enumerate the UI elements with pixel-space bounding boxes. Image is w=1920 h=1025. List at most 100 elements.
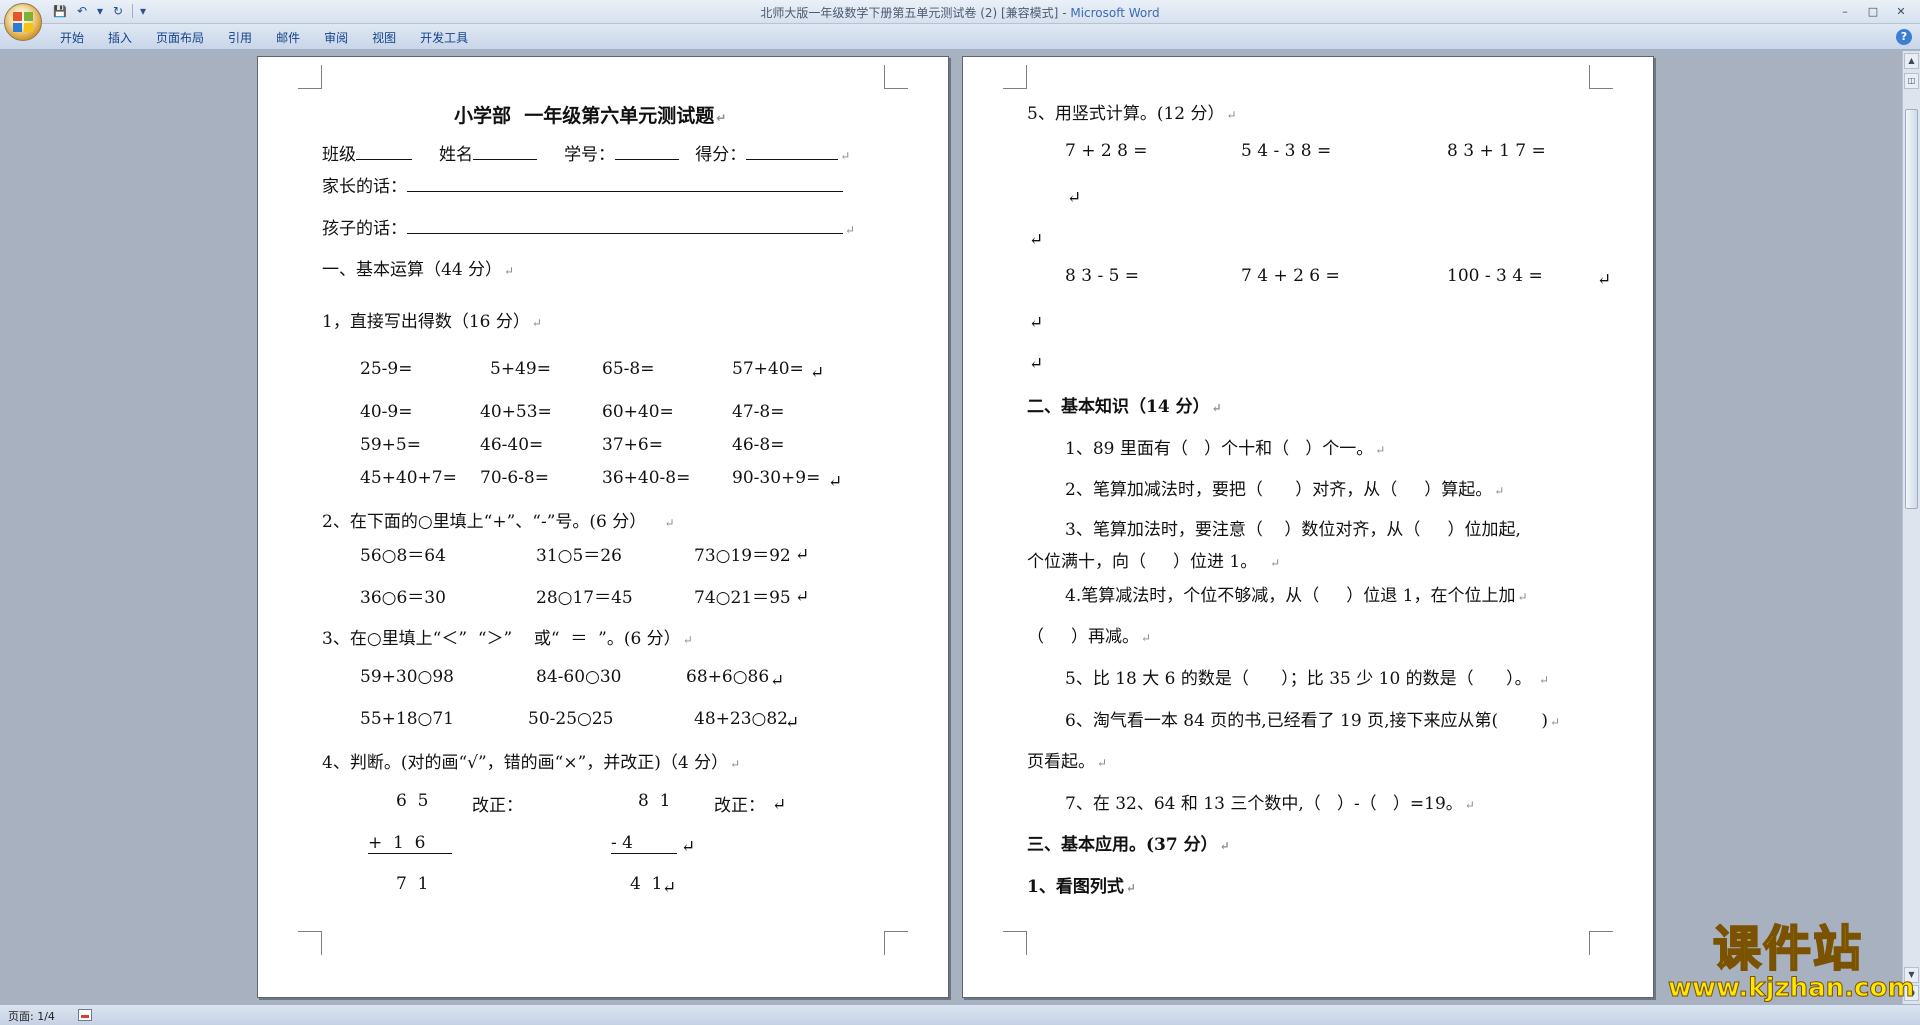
student-info-line: 班级 姓名 学号： 得分： ↵ [322, 145, 851, 165]
q2-item: 74○21＝95 [694, 588, 791, 608]
question-1: 1，直接写出得数（16 分） ↵ [322, 312, 542, 332]
paragraph-mark: ↵ [662, 878, 677, 898]
q3-item: 84-60○30 [536, 667, 622, 687]
site-watermark: 课件站 www.kjzhan.com [1668, 921, 1915, 1003]
watermark-url: www.kjzhan.com [1668, 973, 1915, 1003]
q1-item: 59+5= [360, 435, 421, 455]
window-title: 北师大版一年级数学下册第五单元测试卷 (2) [兼容模式] - Microsof… [0, 4, 1920, 21]
help-icon[interactable]: ? [1896, 29, 1912, 45]
office-button[interactable] [4, 3, 42, 41]
page-count[interactable]: 页面: 1/4 [8, 1008, 55, 1024]
paragraph-mark: ↵ [1029, 354, 1044, 374]
tab-developer[interactable]: 开发工具 [408, 29, 480, 47]
q1-item: 45+40+7= [360, 468, 457, 488]
crop-mark [1589, 931, 1613, 955]
document-page-1[interactable]: 小学部 一年级第六单元测试题 ↵ 班级 姓名 学号： 得分： ↵ 家长的话： 孩子的… [257, 56, 949, 998]
section-1-heading: 一、基本运算（44 分） ↵ [322, 260, 515, 280]
close-button[interactable]: ✕ [1888, 2, 1914, 20]
knowledge-q1: 1、89 里面有（ ）个十和（ ）个一。 ↵ [1065, 439, 1386, 459]
q4b-bottom: 4 1 [630, 874, 663, 894]
vertical-scrollbar[interactable]: ▲ ◫ ▼ ● [1902, 51, 1920, 1004]
question-2: 2、在下面的○里填上“+”、“-”号。(6 分） ↵ [322, 512, 675, 532]
tab-review[interactable]: 审阅 [312, 29, 360, 47]
ribbon: 开始 插入 页面布局 引用 邮件 审阅 视图 开发工具 ? [0, 24, 1920, 50]
tab-page-layout[interactable]: 页面布局 [144, 29, 216, 47]
q5-item: 100 - 3 4 = [1447, 266, 1543, 286]
q1-item: 60+40= [602, 402, 674, 422]
knowledge-q6: 6、淘气看一本 84 页的书,已经看了 19 页,接下来应从第( ) ↵ [1065, 711, 1561, 731]
q1-item: 36+40-8= [602, 468, 691, 488]
q1-item: 40-9= [360, 402, 413, 422]
paragraph-mark: ↵ [785, 713, 800, 733]
crop-mark [884, 931, 908, 955]
section-2-heading: 二、基本知识（14 分） ↵ [1027, 397, 1222, 417]
ribbon-tabs: 开始 插入 页面布局 引用 邮件 审阅 视图 开发工具 [48, 29, 480, 47]
crop-mark [1003, 65, 1027, 89]
ruler-toggle-button[interactable]: ◫ [1904, 73, 1919, 89]
document-page-2[interactable]: 5、用竖式计算。(12 分） ↵ 7 + 2 8 = 5 4 - 3 8 = 8 … [962, 56, 1654, 998]
q3-item: 55+18○71 [360, 709, 454, 729]
tab-insert[interactable]: 插入 [96, 29, 144, 47]
q3-item: 48+23○82 [694, 709, 788, 729]
q5-item: 8 3 - 5 = [1065, 266, 1140, 286]
tab-view[interactable]: 视图 [360, 29, 408, 47]
paragraph-mark: ↵ [795, 587, 810, 607]
paragraph-mark: ↵ [1029, 230, 1044, 250]
q5-item: 7 + 2 8 = [1065, 141, 1148, 161]
question-3: 3、在○里填上“＜” “＞” 或“ ＝ ”。(6 分） ↵ [322, 629, 693, 649]
q1-item: 46-40= [480, 435, 544, 455]
parent-comment-line: 家长的话： [322, 172, 843, 197]
knowledge-q5: 5、比 18 大 6 的数是（ ）；比 35 少 10 的数是（ ）。 ↵ [1065, 669, 1550, 689]
q4a-fix-label: 改正： [472, 796, 523, 816]
q2-item: 73○19＝92 [694, 546, 791, 566]
paragraph-mark: ↵ [1067, 188, 1082, 208]
q5-item: 7 4 + 2 6 = [1241, 266, 1340, 286]
minimize-button[interactable]: – [1832, 2, 1858, 20]
q1-item: 57+40= [732, 359, 804, 379]
tab-references[interactable]: 引用 [216, 29, 264, 47]
q1-item: 46-8= [732, 435, 785, 455]
q4a-bottom: 7 1 [396, 874, 429, 894]
q5-item: 5 4 - 3 8 = [1241, 141, 1332, 161]
paragraph-mark: ↵ [772, 795, 787, 815]
paragraph-mark: ↵ [681, 837, 696, 857]
crop-mark [298, 65, 322, 89]
q4b-fix-label: 改正： [714, 796, 765, 816]
question-4: 4、判断。(对的画“√”，错的画“×”，并改正)（4 分） ↵ [322, 753, 741, 773]
paragraph-mark: ↵ [770, 671, 785, 691]
q4a-mid: + 1 6 [368, 833, 452, 854]
office-logo-icon [12, 11, 34, 33]
tab-mailings[interactable]: 邮件 [264, 29, 312, 47]
q1-item: 37+6= [602, 435, 663, 455]
q2-item: 28○17＝45 [536, 588, 633, 608]
knowledge-q2: 2、笔算加减法时，要把（ ）对齐，从（ ）算起。 ↵ [1065, 480, 1505, 500]
macro-record-icon[interactable] [78, 1009, 92, 1021]
title-separator: - [1058, 6, 1071, 20]
knowledge-q3-cont: 个位满十，向（ ）位进 1。 ↵ [1027, 552, 1281, 572]
q1-item: 25-9= [360, 359, 413, 379]
question-5: 5、用竖式计算。(12 分） ↵ [1027, 104, 1237, 124]
q4b-top: 8 1 [638, 791, 671, 811]
scrollbar-thumb[interactable] [1905, 109, 1918, 509]
q1-item: 47-8= [732, 402, 785, 422]
q1-item: 5+49= [490, 359, 551, 379]
paragraph-mark: ↵ [810, 363, 825, 383]
scroll-up-button[interactable]: ▲ [1904, 53, 1919, 69]
crop-mark [298, 931, 322, 955]
watermark-text: 课件站 [1712, 921, 1863, 977]
maximize-button[interactable]: □ [1860, 2, 1886, 20]
tab-home[interactable]: 开始 [48, 29, 96, 47]
q2-item: 36○6＝30 [360, 588, 446, 608]
q3-item: 68+6○86 [686, 667, 770, 687]
document-workspace[interactable]: 小学部 一年级第六单元测试题 ↵ 班级 姓名 学号： 得分： ↵ 家长的话： 孩子的… [0, 51, 1902, 1004]
document-title: 北师大版一年级数学下册第五单元测试卷 (2) [兼容模式] [760, 6, 1059, 20]
q2-item: 56○8＝64 [360, 546, 446, 566]
page-title: 小学部 一年级第六单元测试题 ↵ [454, 105, 727, 127]
window-controls: – □ ✕ [1832, 2, 1914, 20]
paragraph-mark: ↵ [828, 472, 843, 492]
crop-mark [1003, 931, 1027, 955]
q3-item: 59+30○98 [360, 667, 454, 687]
q1-item: 90-30+9= [732, 468, 821, 488]
q3-item: 50-25○25 [528, 709, 614, 729]
q4a-top: 6 5 [396, 791, 429, 811]
